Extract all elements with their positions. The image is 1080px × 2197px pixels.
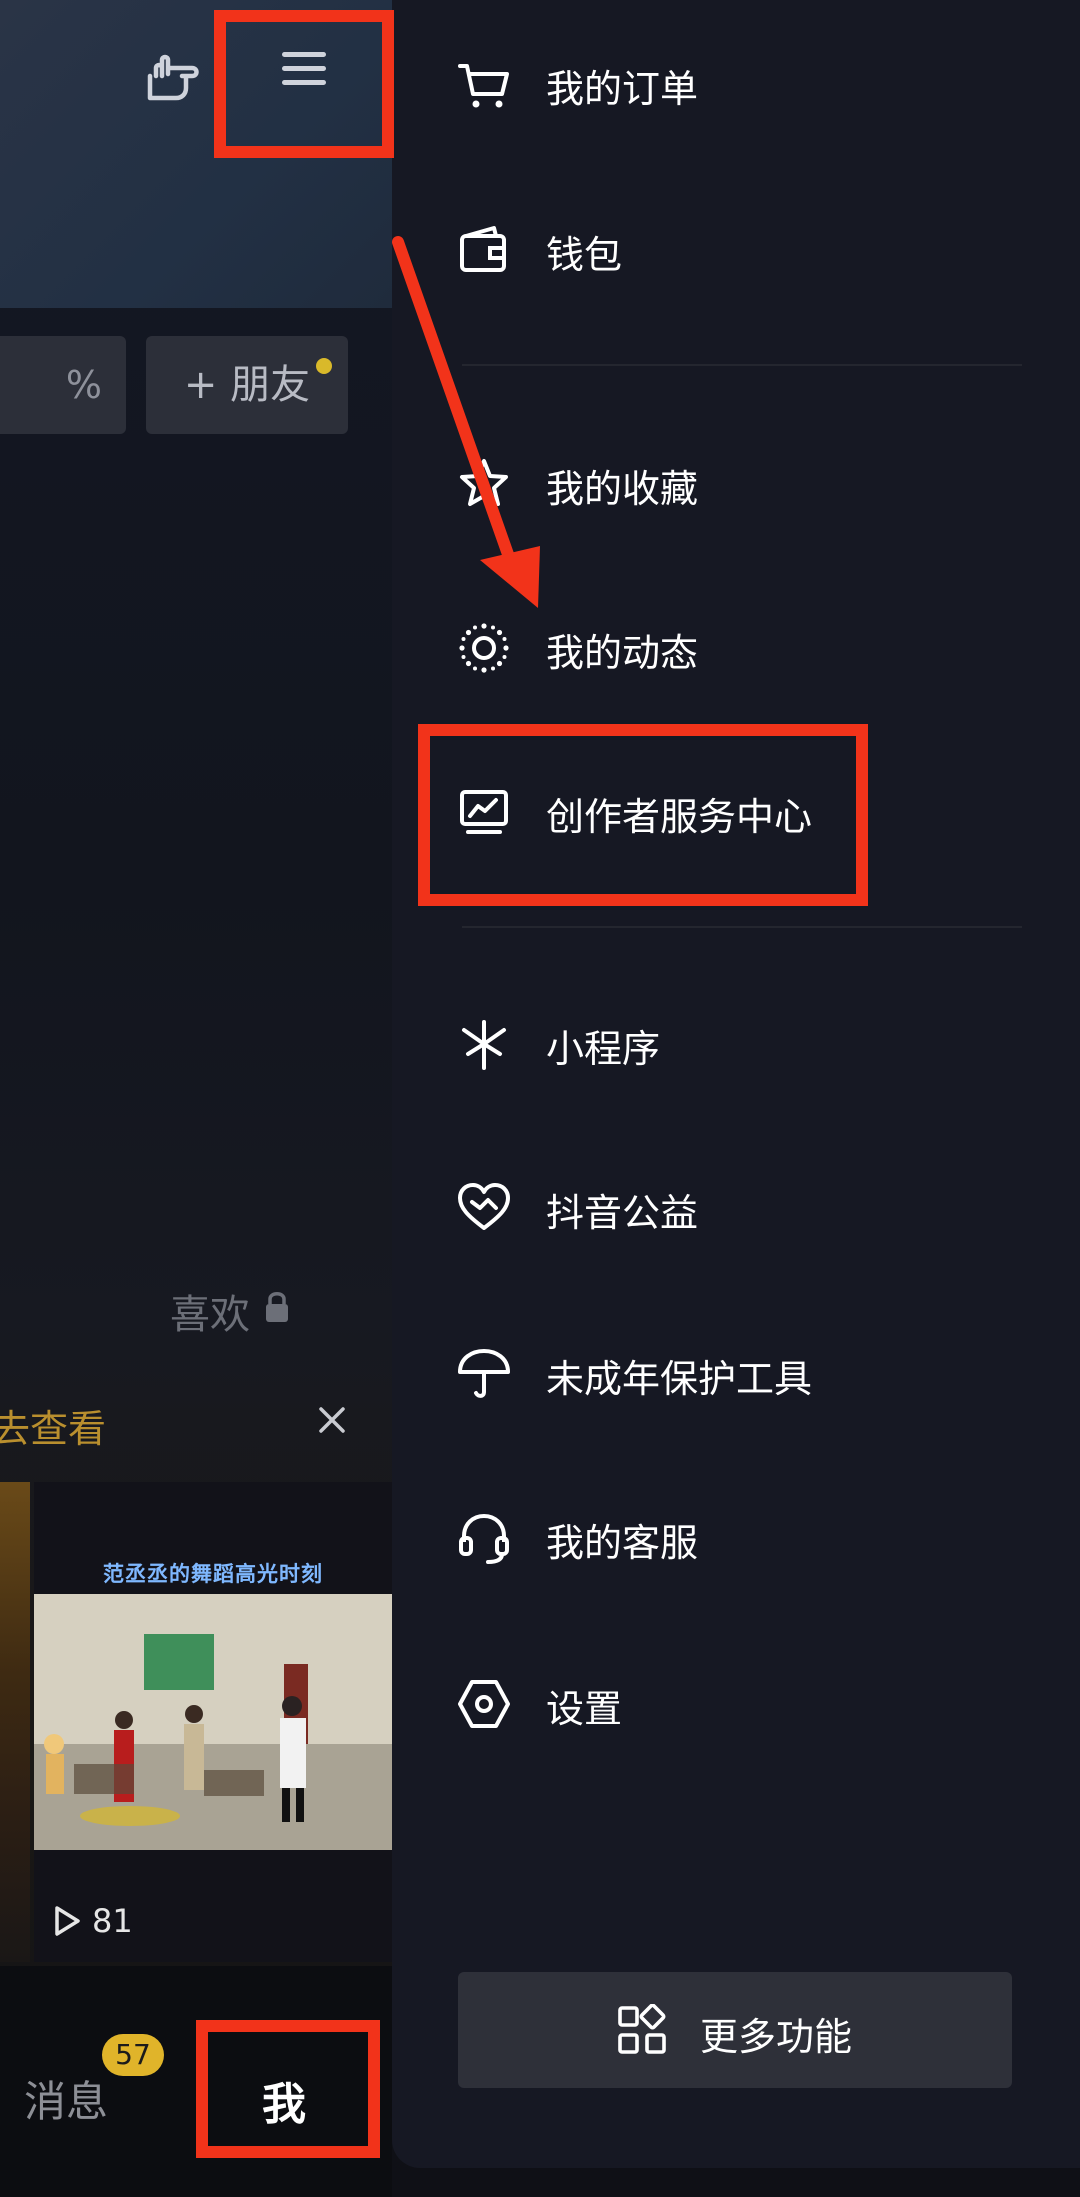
drawer-item-label: 未成年保护工具 xyxy=(546,1357,813,1401)
play-count-icon xyxy=(55,1906,80,1936)
drawer-item-label: 抖音公益 xyxy=(546,1191,699,1235)
play-count: 81 xyxy=(92,1902,133,1940)
drawer-item-charity[interactable]: 抖音公益 xyxy=(454,1164,1014,1254)
nav-tab-messages[interactable]: 消息 xyxy=(24,2068,108,2129)
add-friend-label: + 朋友 xyxy=(183,362,311,408)
stats-chip-label: % xyxy=(65,363,102,407)
drawer-item-label: 我的收藏 xyxy=(546,467,699,511)
tab-likes[interactable]: 喜欢 xyxy=(170,1282,250,1340)
video-preview-image xyxy=(34,1594,392,1850)
video-thumbnail-partial[interactable] xyxy=(0,1482,30,1962)
friend-notification-dot xyxy=(316,358,332,374)
drawer-item-label: 我的客服 xyxy=(546,1521,699,1565)
drawer-item-label: 小程序 xyxy=(546,1027,661,1071)
add-friend-button[interactable]: + 朋友 xyxy=(146,336,348,434)
settings-hex-icon xyxy=(458,1680,510,1728)
drawer-item-label: 我的订单 xyxy=(546,67,699,111)
drawer-item-label: 设置 xyxy=(546,1687,623,1731)
drawer-item-orders[interactable]: 我的订单 xyxy=(454,40,1014,130)
annotation-box-me-tab xyxy=(196,2020,380,2158)
annotation-box-creator-center xyxy=(418,724,868,906)
close-icon[interactable] xyxy=(316,1404,348,1436)
charity-heart-icon xyxy=(458,1183,510,1230)
headset-icon xyxy=(459,1513,509,1564)
drawer-item-minor-protection[interactable]: 未成年保护工具 xyxy=(454,1330,1014,1420)
drawer-divider xyxy=(462,926,1022,928)
stats-chip[interactable]: % xyxy=(0,336,126,434)
drawer-item-customer-service[interactable]: 我的客服 xyxy=(454,1494,1014,1584)
annotation-arrow xyxy=(392,236,540,608)
more-features-button[interactable]: 更多功能 xyxy=(458,1972,1012,2088)
cart-icon xyxy=(458,64,509,108)
notice-link[interactable]: 去查看 xyxy=(0,1398,106,1453)
drawer-item-settings[interactable]: 设置 xyxy=(454,1660,1014,1750)
messages-badge: 57 xyxy=(102,2034,164,2076)
hand-pointer-icon[interactable] xyxy=(142,46,204,106)
more-features-label: 更多功能 xyxy=(700,2015,853,2059)
umbrella-icon xyxy=(458,1349,510,1398)
mini-program-icon xyxy=(462,1020,506,1070)
annotation-box-menu xyxy=(214,10,394,158)
video-caption: 范丞丞的舞蹈高光时刻 xyxy=(103,1562,323,1586)
drawer-item-mini-programs[interactable]: 小程序 xyxy=(454,1000,1014,1090)
grid-apps-icon xyxy=(618,2004,666,2054)
lock-icon xyxy=(266,1292,288,1322)
drawer-item-label: 我的动态 xyxy=(546,631,699,675)
